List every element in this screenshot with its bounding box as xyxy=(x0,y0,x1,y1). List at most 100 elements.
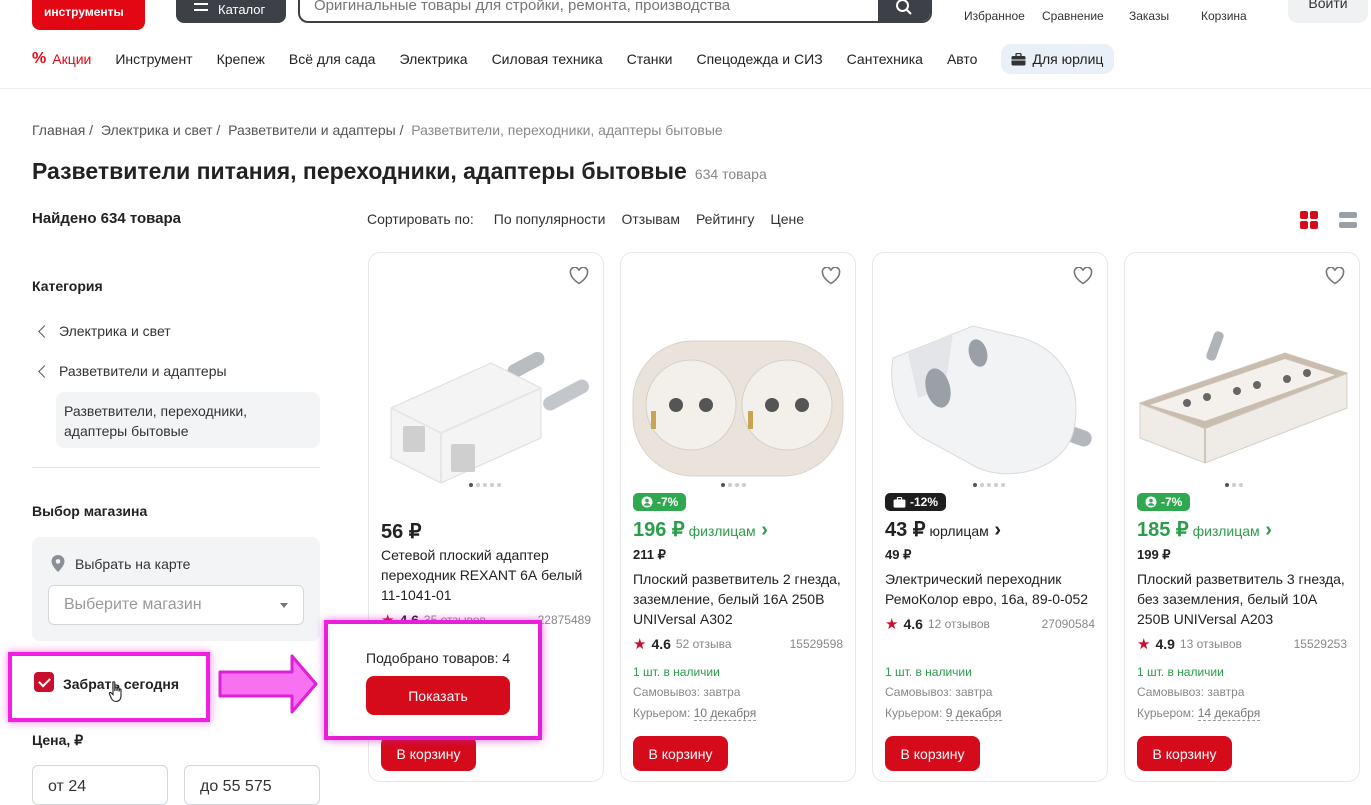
search-input[interactable] xyxy=(300,0,878,16)
nav-item-machines[interactable]: Станки xyxy=(627,51,673,67)
list-view-icon[interactable] xyxy=(1338,210,1358,230)
courier-date[interactable]: 10 декабря xyxy=(693,706,757,721)
map-link[interactable]: Выбрать на карте xyxy=(51,555,190,572)
grid-view-icon[interactable] xyxy=(1299,210,1319,230)
catalog-label: Каталог xyxy=(218,2,266,17)
add-to-cart-button[interactable]: В корзину xyxy=(381,736,476,771)
page-title: Разветвители питания, переходники, адапт… xyxy=(32,158,767,185)
product-card[interactable]: -7% 196 ₽ физлицам › 211 ₽ Плоский развет… xyxy=(620,252,856,782)
store-heading: Выбор магазина xyxy=(32,503,148,519)
nav-item-power-equipment[interactable]: Силовая техника xyxy=(492,51,603,67)
star-icon: ★ xyxy=(885,616,899,633)
nav-item-tools[interactable]: Инструмент xyxy=(115,51,192,67)
product-image[interactable] xyxy=(883,303,1097,503)
product-price[interactable]: 185 ₽ физлицам › xyxy=(1137,517,1272,542)
breadcrumb-home[interactable]: Главная / xyxy=(32,122,93,138)
image-carousel-dots[interactable] xyxy=(721,483,746,487)
nav-item-electrics[interactable]: Электрика xyxy=(399,51,467,67)
courier-label: Курьером: xyxy=(1137,706,1195,720)
price-value: 185 ₽ xyxy=(1137,519,1189,541)
reviews-link[interactable]: 13 отзывов xyxy=(1180,637,1242,651)
product-card[interactable]: -7% 185 ₽ физлицам › 199 ₽ Плоский развет… xyxy=(1124,252,1360,782)
person-icon xyxy=(641,496,653,508)
search-bar xyxy=(298,0,932,23)
breadcrumb-current: Разветвители, переходники, адаптеры быто… xyxy=(411,122,723,138)
reviews-link[interactable]: 12 отзывов xyxy=(928,617,990,631)
stock-status: 1 шт. в наличии xyxy=(885,665,972,679)
nav-item-workwear[interactable]: Спецодежда и СИЗ xyxy=(696,51,822,67)
product-price: 56 ₽ xyxy=(381,521,422,543)
favorites-link[interactable]: Избранное xyxy=(964,9,1025,23)
site-logo[interactable]: инструменты xyxy=(32,0,145,30)
product-image[interactable] xyxy=(631,303,845,503)
sidebar-divider xyxy=(32,467,320,468)
catalog-button[interactable]: Каталог xyxy=(176,0,286,23)
heart-icon[interactable] xyxy=(1325,267,1345,285)
heart-icon[interactable] xyxy=(569,267,589,285)
price-to-input[interactable]: до 55 575 xyxy=(184,765,320,805)
search-icon xyxy=(896,0,912,15)
nav-business[interactable]: Для юрлиц xyxy=(1001,44,1115,74)
sort-bar: Сортировать по: По популярности Отзывам … xyxy=(367,211,804,227)
sort-popularity[interactable]: По популярности xyxy=(494,211,606,227)
cart-link[interactable]: Корзина xyxy=(1201,9,1247,23)
product-card[interactable]: -12% 43 ₽ юрлицам › 49 ₽ Электрический пе… xyxy=(872,252,1108,782)
nav-item-plumbing[interactable]: Сантехника xyxy=(847,51,923,67)
image-carousel-dots[interactable] xyxy=(469,483,501,487)
pickup-info: Самовывоз: завтра xyxy=(1137,685,1245,699)
menu-icon xyxy=(194,2,208,11)
category-link-splitters[interactable]: Разветвители и адаптеры xyxy=(38,363,227,379)
product-price[interactable]: 43 ₽ юрлицам › xyxy=(885,517,1001,542)
discount-badge: -7% xyxy=(1137,493,1191,511)
product-name[interactable]: Плоский разветвитель 3 гнезда, без зазем… xyxy=(1137,569,1352,629)
product-name[interactable]: Сетевой плоский адаптер переходник REXAN… xyxy=(381,545,596,605)
star-icon: ★ xyxy=(633,636,647,653)
courier-info: Курьером: 10 декабря xyxy=(633,706,757,721)
product-image[interactable] xyxy=(1135,303,1349,503)
search-button[interactable] xyxy=(878,0,930,21)
image-carousel-dots[interactable] xyxy=(973,483,1005,487)
compare-link[interactable]: Сравнение xyxy=(1042,9,1104,23)
nav-item-garden[interactable]: Всё для сада xyxy=(289,51,376,67)
price-from-input[interactable]: от 24 xyxy=(32,765,168,805)
star-icon: ★ xyxy=(1137,636,1151,653)
nav-item-fasteners[interactable]: Крепеж xyxy=(217,51,265,67)
category-heading: Категория xyxy=(32,278,103,294)
breadcrumb-electrics[interactable]: Электрика и свет / xyxy=(101,122,220,138)
image-carousel-dots[interactable] xyxy=(1225,483,1243,487)
pickup-info: Самовывоз: завтра xyxy=(633,685,741,699)
add-to-cart-button[interactable]: В корзину xyxy=(1137,736,1232,771)
sort-label: Сортировать по: xyxy=(367,211,474,227)
pickup-today-checkbox[interactable] xyxy=(34,672,54,692)
nav-promo[interactable]: % Акции xyxy=(32,50,91,68)
product-name[interactable]: Электрический переходник РемоКолор евро,… xyxy=(885,569,1100,609)
store-select[interactable]: Выберите магазин xyxy=(48,585,304,625)
add-to-cart-button[interactable]: В корзину xyxy=(633,736,728,771)
stock-status: 1 шт. в наличии xyxy=(633,665,720,679)
nav-item-auto[interactable]: Авто xyxy=(947,51,978,67)
chevron-left-icon xyxy=(38,364,51,378)
reviews-link[interactable]: 52 отзыва xyxy=(676,637,732,651)
rating-value: 4.6 xyxy=(903,616,923,632)
heart-icon[interactable] xyxy=(1073,267,1093,285)
sort-rating[interactable]: Рейтингу xyxy=(696,211,754,227)
product-image[interactable] xyxy=(379,303,593,503)
product-name[interactable]: Плоский разветвитель 2 гнезда, заземлени… xyxy=(633,569,848,629)
courier-date[interactable]: 14 декабря xyxy=(1197,706,1261,721)
product-rating: ★ 4.9 13 отзывов 15529253 xyxy=(1137,635,1347,653)
heart-icon[interactable] xyxy=(821,267,841,285)
orders-link[interactable]: Заказы xyxy=(1129,9,1169,23)
show-results-button[interactable]: Показать xyxy=(366,676,510,715)
price-value: 43 ₽ xyxy=(885,519,926,541)
breadcrumb-splitters[interactable]: Разветвители и адаптеры / xyxy=(228,122,403,138)
product-price[interactable]: 196 ₽ физлицам › xyxy=(633,517,768,542)
category-link-electrics[interactable]: Электрика и свет xyxy=(38,323,171,339)
add-to-cart-button[interactable]: В корзину xyxy=(885,736,980,771)
login-button[interactable]: Войти xyxy=(1288,0,1368,23)
sort-reviews[interactable]: Отзывам xyxy=(621,211,679,227)
sort-price[interactable]: Цене xyxy=(770,211,804,227)
product-rating: ★ 4.6 52 отзыва 15529598 xyxy=(633,635,843,653)
nav-promo-label: Акции xyxy=(52,51,92,67)
courier-date[interactable]: 9 декабря xyxy=(945,706,1002,721)
category-current: Разветвители, переходники, адаптеры быто… xyxy=(56,392,320,448)
